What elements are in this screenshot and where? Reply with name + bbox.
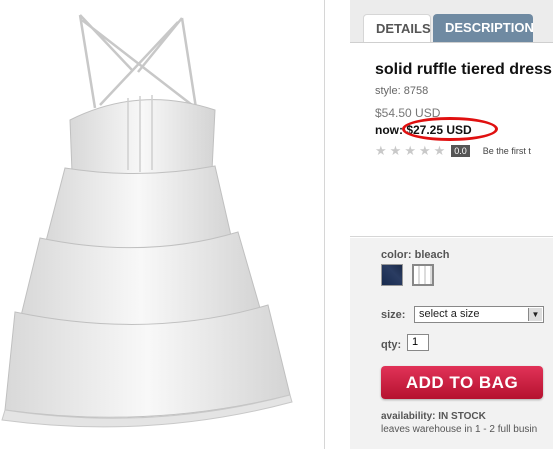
tab-description[interactable]: DESCRIPTION — [433, 14, 534, 42]
star-icon[interactable]: ★ — [390, 143, 402, 159]
purchase-options: color: bleach size: select a size ▼ qty:… — [350, 238, 553, 449]
section-divider — [350, 236, 553, 237]
size-select[interactable]: select a size ▼ — [414, 306, 544, 323]
availability-status: availability: IN STOCK — [381, 411, 486, 422]
star-icon[interactable]: ★ — [404, 143, 416, 159]
size-label: size: — [381, 309, 406, 321]
product-image — [0, 0, 322, 449]
shipping-note: leaves warehouse in 1 - 2 full busin — [381, 424, 538, 435]
size-select-value: select a size — [419, 308, 480, 320]
rating: ★ ★ ★ ★ ★ 0.0 Be the first t — [375, 143, 531, 159]
tab-details[interactable]: DETAILS — [363, 14, 431, 42]
tab-bar: DETAILS DESCRIPTION — [350, 0, 553, 43]
star-icon[interactable]: ★ — [419, 143, 431, 159]
price-highlight-circle — [402, 117, 498, 141]
divider — [324, 0, 325, 449]
rating-score: 0.0 — [451, 145, 470, 157]
style-number: style: 8758 — [375, 85, 429, 97]
qty-label: qty: — [381, 339, 402, 351]
color-label: color: bleach — [381, 249, 450, 261]
chevron-down-icon[interactable]: ▼ — [528, 308, 542, 321]
add-to-bag-button[interactable]: ADD TO BAG — [381, 366, 543, 399]
swatch-navy[interactable] — [381, 264, 403, 286]
first-review-link[interactable]: Be the first t — [483, 146, 531, 156]
dress-image — [1, 14, 293, 428]
star-icon[interactable]: ★ — [375, 143, 387, 159]
swatch-bleach[interactable] — [412, 264, 434, 286]
product-title: solid ruffle tiered dress — [375, 61, 552, 78]
details-panel: DETAILS DESCRIPTION solid ruffle tiered … — [350, 0, 553, 449]
qty-input[interactable]: 1 — [407, 334, 429, 351]
now-label: now — [375, 123, 399, 137]
star-icon[interactable]: ★ — [434, 143, 446, 159]
